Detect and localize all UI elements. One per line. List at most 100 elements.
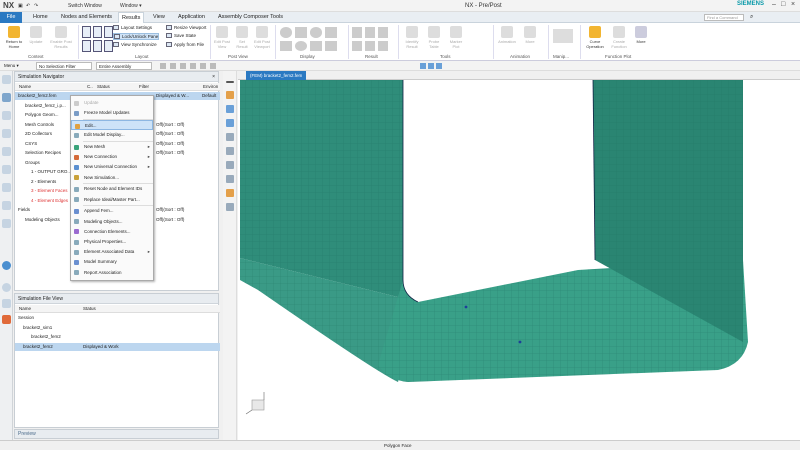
orient-view-icon[interactable] bbox=[226, 147, 234, 155]
tab-file[interactable]: File bbox=[0, 12, 22, 23]
minimize-icon[interactable]: – bbox=[772, 1, 776, 8]
probe-table-button[interactable]: Probe Table bbox=[424, 26, 444, 49]
palette-icon[interactable] bbox=[2, 315, 11, 324]
preview-panel-header[interactable]: Preview bbox=[14, 429, 219, 439]
set-result-button[interactable]: Set Result bbox=[233, 26, 251, 49]
animation-button[interactable]: Animation bbox=[497, 26, 517, 44]
curve-operation-button[interactable]: Curve Operation bbox=[584, 26, 606, 49]
context-menu-item[interactable]: New Mesh ▸ bbox=[71, 142, 153, 152]
context-menu-item[interactable]: New Universal Connection ▸ bbox=[71, 162, 153, 172]
context-menu-item[interactable]: Reset Node and Element IDs bbox=[71, 184, 153, 194]
command-search-input[interactable]: Find a Command bbox=[704, 14, 744, 21]
history-icon[interactable] bbox=[2, 201, 11, 210]
tab-view[interactable]: View bbox=[150, 12, 168, 23]
simulation-navigator-icon[interactable] bbox=[2, 93, 11, 102]
undo-icon[interactable]: ↶ bbox=[26, 3, 30, 9]
file-view-row[interactable]: bracket2_fem2 Displayed & Work bbox=[15, 342, 220, 351]
save-state-button[interactable]: Save State bbox=[166, 33, 196, 39]
col-file-name[interactable]: Name bbox=[19, 306, 31, 311]
web-browser-icon[interactable] bbox=[2, 183, 11, 192]
context-menu-item[interactable]: Modeling Objects... bbox=[71, 217, 153, 227]
section-icon[interactable] bbox=[226, 175, 234, 183]
maximize-icon[interactable]: □ bbox=[781, 1, 785, 8]
layout-settings-button[interactable]: Layout Settings bbox=[113, 25, 152, 31]
rotate-icon[interactable] bbox=[226, 119, 234, 127]
model-display-icon[interactable] bbox=[226, 189, 234, 197]
marker-plot-button[interactable]: Marker Plot bbox=[446, 26, 466, 49]
file-view-row[interactable]: bracket2_fem2 bbox=[15, 333, 220, 341]
col-name[interactable]: Name bbox=[19, 84, 31, 89]
layers-icon[interactable] bbox=[226, 203, 234, 211]
assembly-scope-dropdown[interactable]: Entire Assembly bbox=[96, 62, 152, 70]
col-environ[interactable]: Environ bbox=[203, 84, 218, 89]
switch-window-button[interactable]: Switch Window bbox=[68, 3, 102, 9]
context-menu-item[interactable]: New Connection ▸ bbox=[71, 152, 153, 162]
view-snap-icons[interactable] bbox=[420, 63, 450, 69]
resize-viewport-button[interactable]: Resize Viewport bbox=[166, 25, 206, 31]
visualization-icon[interactable] bbox=[2, 299, 11, 308]
function-more-button[interactable]: More bbox=[632, 26, 650, 44]
context-menu-item[interactable]: Update bbox=[71, 98, 153, 108]
context-menu-item[interactable]: Connection Elements... bbox=[71, 227, 153, 237]
save-icon[interactable]: ▣ bbox=[18, 3, 23, 9]
enable-post-button[interactable]: Enable Post Results bbox=[47, 26, 75, 49]
tab-assembly-composer[interactable]: Assembly Composer Tools bbox=[215, 12, 286, 23]
view-synchronize-button[interactable]: View Synchronize bbox=[113, 42, 157, 48]
selection-filter-dropdown[interactable]: No Selection Filter bbox=[36, 62, 92, 70]
tab-application[interactable]: Application bbox=[175, 12, 208, 23]
part-navigator-icon[interactable] bbox=[2, 75, 11, 84]
reuse-library-icon[interactable] bbox=[2, 147, 11, 156]
context-menu-item[interactable]: Physical Properties... bbox=[71, 237, 153, 247]
layout-2-icon[interactable] bbox=[93, 26, 102, 38]
close-panel-icon[interactable]: × bbox=[212, 72, 215, 82]
tab-home[interactable]: Home bbox=[30, 12, 51, 23]
layout-6-icon[interactable] bbox=[104, 40, 113, 52]
tab-results[interactable]: Results bbox=[118, 12, 145, 23]
col-file-status[interactable]: Status bbox=[83, 306, 96, 311]
context-menu-item[interactable]: Replace Ideal/Master Part... bbox=[71, 195, 153, 205]
context-menu-item[interactable]: New Simulation... bbox=[71, 173, 153, 183]
pan-icon[interactable] bbox=[226, 133, 234, 141]
search-icon[interactable]: ⌕ bbox=[750, 14, 753, 21]
tab-nodes-elements[interactable]: Nodes and Elements bbox=[58, 12, 115, 23]
return-to-home-button[interactable]: Return to Home bbox=[3, 26, 25, 49]
context-menu-item[interactable]: Edit Model Display... bbox=[71, 130, 153, 140]
file-view-row[interactable]: bracket2_sim1 bbox=[15, 324, 220, 332]
layout-1-icon[interactable] bbox=[82, 26, 91, 38]
menu-button[interactable]: Menu ▾ bbox=[2, 62, 26, 70]
update-button[interactable]: Update bbox=[27, 26, 45, 44]
system-materials-icon[interactable] bbox=[2, 283, 11, 292]
context-menu-item[interactable]: Freeze Model Updates bbox=[71, 108, 153, 118]
close-icon[interactable]: × bbox=[791, 1, 795, 8]
layout-4-icon[interactable] bbox=[82, 40, 91, 52]
tab-fem-file[interactable]: (FEM) bracket2_fem2.fem bbox=[246, 71, 307, 80]
context-menu-item[interactable]: Append Fem... bbox=[71, 206, 153, 216]
lock-unlock-pane-button[interactable]: Lock/Unlock Pane bbox=[113, 33, 160, 41]
zoom-icon[interactable] bbox=[226, 105, 234, 113]
process-studio-icon[interactable] bbox=[2, 219, 11, 228]
redo-icon[interactable]: ↷ bbox=[34, 3, 38, 9]
fit-icon[interactable] bbox=[226, 91, 234, 99]
close-view-icon[interactable] bbox=[226, 81, 234, 83]
manip-tools[interactable] bbox=[553, 29, 573, 43]
graphics-viewport[interactable] bbox=[238, 80, 800, 440]
window-menu[interactable]: Window ▾ bbox=[120, 3, 142, 9]
context-menu-item[interactable]: Element Associated Data ▸ bbox=[71, 247, 153, 257]
layout-3-icon[interactable] bbox=[104, 26, 113, 38]
context-menu-item[interactable]: Model Summary bbox=[71, 257, 153, 267]
hd3d-tools-icon[interactable] bbox=[2, 165, 11, 174]
identify-result-button[interactable]: Identify Result bbox=[402, 26, 422, 49]
render-style-icon[interactable] bbox=[226, 161, 234, 169]
layout-5-icon[interactable] bbox=[93, 40, 102, 52]
roles-icon[interactable] bbox=[2, 261, 11, 270]
file-view-row[interactable]: Session bbox=[15, 314, 220, 322]
col-c[interactable]: C.. bbox=[87, 84, 93, 89]
col-status[interactable]: Status bbox=[97, 84, 110, 89]
create-function-button[interactable]: Create Function bbox=[608, 26, 630, 49]
constraint-navigator-icon[interactable] bbox=[2, 129, 11, 138]
context-menu-item[interactable]: Edit... bbox=[71, 120, 153, 130]
context-menu-item[interactable]: Report Association bbox=[71, 268, 153, 278]
animation-more-button[interactable]: More bbox=[521, 26, 539, 44]
col-filter[interactable]: Filter bbox=[139, 84, 149, 89]
edit-post-viewport-button[interactable]: Edit Post Viewport bbox=[253, 26, 271, 49]
